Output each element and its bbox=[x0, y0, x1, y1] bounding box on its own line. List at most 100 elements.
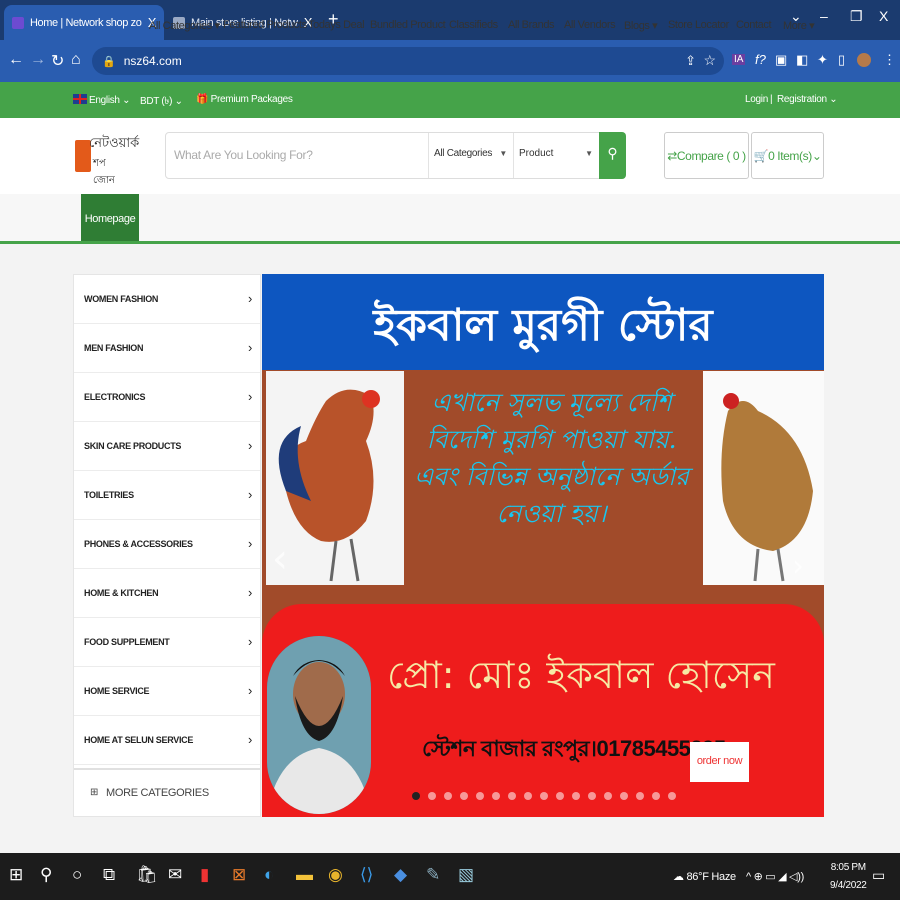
home-icon[interactable]: ⌂ bbox=[71, 51, 81, 69]
slider-dot[interactable] bbox=[652, 792, 660, 800]
slider-dot[interactable] bbox=[476, 792, 484, 800]
nav-all-categories[interactable]: All Categories ▾ bbox=[149, 19, 220, 32]
browser-tab-home[interactable]: Home | Network shop zone X bbox=[4, 5, 164, 40]
nav-blogs[interactable]: Blogs ▾ bbox=[624, 19, 658, 32]
slider-dot[interactable] bbox=[588, 792, 596, 800]
nav-more[interactable]: More ▾ bbox=[783, 19, 815, 32]
bookmark-star-icon[interactable]: ☆ bbox=[703, 52, 716, 69]
slider-dot[interactable] bbox=[668, 792, 676, 800]
nav-contact[interactable]: Contact bbox=[736, 19, 772, 31]
weather-widget[interactable]: ☁ 86°F Haze bbox=[673, 870, 736, 883]
category-electronics[interactable]: ELECTRONICS › bbox=[74, 373, 260, 422]
extension-media-icon[interactable]: ▣ bbox=[775, 52, 787, 68]
app-icon[interactable]: ▧ bbox=[458, 865, 474, 885]
mail-app-icon[interactable]: ✉ bbox=[168, 865, 182, 885]
nav-homepage[interactable]: Homepage bbox=[81, 194, 139, 241]
nav-all-vendors[interactable]: All Vendors bbox=[564, 19, 616, 31]
search-input[interactable]: What Are You Looking For? bbox=[174, 148, 313, 162]
minimize-button[interactable]: – bbox=[820, 8, 828, 24]
slider-dot[interactable] bbox=[540, 792, 548, 800]
site-logo[interactable]: নেটওয়ার্ক শপ জোন bbox=[75, 134, 139, 186]
file-explorer-icon[interactable]: ▬ bbox=[296, 865, 313, 885]
category-phones-accessories[interactable]: PHONES & ACCESSORIES › bbox=[74, 520, 260, 569]
next-slide-arrow-icon[interactable]: › bbox=[792, 549, 804, 584]
login-link[interactable]: Login bbox=[745, 94, 768, 105]
slider-dot[interactable] bbox=[604, 792, 612, 800]
more-categories-button[interactable]: ⊞ MORE CATEGORIES bbox=[74, 768, 260, 818]
divider: | bbox=[770, 94, 773, 105]
nav-classifieds[interactable]: Classifieds bbox=[449, 19, 498, 31]
nav-bundled-product[interactable]: Bundled Product bbox=[370, 19, 446, 31]
restore-button[interactable]: ❐ bbox=[850, 8, 863, 25]
category-toiletries[interactable]: TOILETRIES › bbox=[74, 471, 260, 520]
registration-link[interactable]: Registration ⌄ bbox=[777, 94, 838, 105]
vscode-app-icon[interactable]: ⟨⟩ bbox=[360, 865, 373, 885]
app-notification-icon[interactable]: ◆ bbox=[394, 865, 407, 885]
category-women-fashion[interactable]: WOMEN FASHION › bbox=[74, 275, 260, 324]
slider-dot[interactable] bbox=[492, 792, 500, 800]
extensions-puzzle-icon[interactable]: ✦ bbox=[817, 52, 828, 68]
logo-subtext: শপ জোন bbox=[93, 158, 115, 186]
category-home-kitchen[interactable]: HOME & KITCHEN › bbox=[74, 569, 260, 618]
search-type-select[interactable]: Product ▼ bbox=[513, 133, 599, 178]
chevron-right-icon: › bbox=[247, 732, 252, 747]
windows-taskbar: ⊞ ⚲ ○ ⧉ 🛍 ✉ ▮ ⊠ ◐ ▬ ◉ ⟨⟩ ◆ ✎ ▧ ☁ 86°F Ha… bbox=[0, 853, 900, 900]
reload-icon[interactable]: ↻ bbox=[51, 51, 64, 71]
slider-dot[interactable] bbox=[620, 792, 628, 800]
slider-dot[interactable] bbox=[444, 792, 452, 800]
category-select[interactable]: All Categories ▼ bbox=[428, 133, 513, 178]
hero-banner-slider[interactable]: ইকবাল মুরগী স্টোর এখানে সুলভ মূল্যে দেশি… bbox=[262, 274, 824, 817]
edge-browser-icon[interactable]: ◐ bbox=[264, 865, 274, 885]
office-app-icon[interactable]: ▮ bbox=[200, 865, 209, 885]
task-view-icon[interactable]: ⧉ bbox=[103, 865, 115, 885]
clock[interactable]: 8:05 PM 9/4/2022 bbox=[830, 859, 867, 895]
compare-button[interactable]: ⇄ Compare ( 0 ) bbox=[664, 132, 749, 179]
nav-todays-deal[interactable]: Todays Deal bbox=[308, 19, 365, 31]
app-icon[interactable]: ✎ bbox=[426, 865, 440, 885]
nav-store-locator[interactable]: Store Locator bbox=[668, 19, 729, 31]
prev-slide-arrow-icon[interactable]: ‹ bbox=[272, 536, 288, 582]
store-app-icon[interactable]: 🛍 bbox=[136, 865, 158, 885]
share-icon[interactable]: ⇪ bbox=[685, 53, 696, 69]
nav-all-brands[interactable]: All Brands bbox=[508, 19, 555, 31]
slider-dot[interactable] bbox=[524, 792, 532, 800]
cortana-icon[interactable]: ○ bbox=[72, 865, 82, 885]
slider-dot[interactable] bbox=[636, 792, 644, 800]
language-selector[interactable]: English ⌄ bbox=[73, 94, 131, 106]
forward-arrow-icon[interactable]: → bbox=[30, 51, 46, 69]
sidebar-icon[interactable]: ▯ bbox=[838, 52, 845, 68]
address-bar[interactable]: 🔒 nsz64.com ⇪ ☆ bbox=[92, 47, 724, 75]
chrome-browser-icon[interactable]: ◉ bbox=[328, 865, 343, 885]
close-window-button[interactable]: X bbox=[879, 8, 888, 24]
slider-dot[interactable] bbox=[556, 792, 564, 800]
category-home-service[interactable]: HOME SERVICE › bbox=[74, 667, 260, 716]
extension-ia-icon[interactable]: IA bbox=[732, 54, 746, 65]
notification-center-icon[interactable]: ▭ bbox=[872, 867, 885, 884]
chevron-right-icon: › bbox=[247, 634, 252, 649]
nav-featured-products[interactable]: Featured Products bbox=[223, 19, 307, 31]
slider-dot[interactable] bbox=[460, 792, 468, 800]
slider-dot[interactable] bbox=[412, 792, 420, 800]
profile-avatar[interactable] bbox=[857, 53, 871, 67]
category-men-fashion[interactable]: MEN FASHION › bbox=[74, 324, 260, 373]
currency-selector[interactable]: BDT (৳) ⌄ bbox=[140, 94, 183, 111]
slider-dot[interactable] bbox=[572, 792, 580, 800]
plus-box-icon: ⊞ bbox=[90, 787, 99, 798]
slider-dot[interactable] bbox=[428, 792, 436, 800]
search-button[interactable]: ⚲ bbox=[599, 132, 626, 179]
premium-packages-link[interactable]: 🎁 Premium Packages bbox=[196, 94, 293, 105]
cart-button[interactable]: 🛒 0 Item(s) ⌄ bbox=[751, 132, 824, 179]
browser-menu-icon[interactable]: ⋮ bbox=[883, 52, 896, 68]
xampp-app-icon[interactable]: ⊠ bbox=[232, 865, 246, 885]
order-now-button[interactable]: order now bbox=[690, 742, 749, 782]
extension-f-icon[interactable]: f? bbox=[755, 52, 766, 67]
category-skin-care[interactable]: SKIN CARE PRODUCTS › bbox=[74, 422, 260, 471]
search-icon[interactable]: ⚲ bbox=[40, 865, 52, 885]
back-arrow-icon[interactable]: ← bbox=[8, 51, 24, 69]
category-home-at-selun-service[interactable]: HOME AT SELUN SERVICE › bbox=[74, 716, 260, 765]
slider-dot[interactable] bbox=[508, 792, 516, 800]
category-food-supplement[interactable]: FOOD SUPPLEMENT › bbox=[74, 618, 260, 667]
extension-translate-icon[interactable]: ◧ bbox=[796, 52, 808, 68]
windows-start-icon[interactable]: ⊞ bbox=[9, 865, 23, 885]
tray-icons[interactable]: ^ ⊕ ▭ ◢ ◁)) bbox=[746, 870, 804, 883]
